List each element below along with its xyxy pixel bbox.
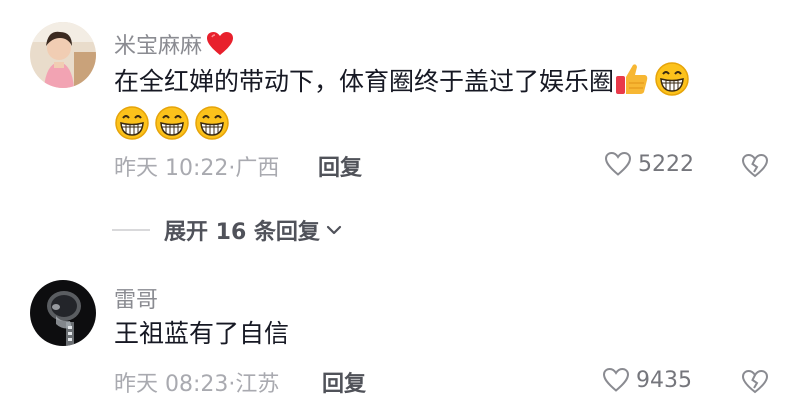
timestamp-location: 昨天 08:23·江苏 [114, 372, 280, 397]
grin-icon [654, 61, 690, 97]
divider-line [112, 229, 150, 231]
comment-meta: 昨天 10:22·广西 [114, 150, 279, 182]
thumbs-up-icon [614, 61, 650, 97]
grin-icon [194, 105, 230, 141]
broken-heart-icon [741, 369, 769, 394]
timestamp-location: 昨天 10:22·广西 [114, 156, 280, 181]
heart-outline-icon [604, 151, 632, 176]
broken-heart-icon [741, 153, 769, 178]
reply-button[interactable]: 回复 [322, 366, 366, 398]
dislike-button[interactable] [740, 150, 770, 180]
grin-icon [114, 105, 150, 141]
username[interactable]: 米宝麻麻 [114, 28, 234, 60]
like-count: 9435 [636, 367, 692, 393]
like-count: 5222 [638, 151, 694, 177]
comment-text: 王祖蓝有了自信 [114, 319, 290, 348]
comment-item: 米宝麻麻 在全红婵的带动下，体育圈终于盖过了娱乐圈 昨天 10:22·广西 回复… [0, 0, 800, 200]
heart-outline-icon [602, 367, 630, 392]
avatar[interactable] [30, 280, 96, 346]
expand-replies-label[interactable]: 展开 16 条回复 [164, 214, 320, 246]
grin-icon [154, 105, 190, 141]
reply-button[interactable]: 回复 [318, 150, 362, 182]
chevron-down-icon [326, 225, 342, 235]
like-button[interactable]: 5222 [604, 151, 694, 177]
avatar[interactable] [30, 22, 96, 88]
red-heart-icon [206, 31, 234, 57]
comment-text: 在全红婵的带动下，体育圈终于盖过了娱乐圈 [114, 60, 764, 148]
dislike-button[interactable] [740, 366, 770, 396]
like-button[interactable]: 9435 [602, 367, 692, 393]
expand-replies-button[interactable]: 展开 16 条回复 [112, 214, 344, 246]
username[interactable]: 雷哥 [114, 282, 158, 314]
comment-meta: 昨天 08:23·江苏 [114, 366, 279, 398]
comment-item: 雷哥 王祖蓝有了自信 昨天 08:23·江苏 回复 9435 [0, 270, 800, 404]
